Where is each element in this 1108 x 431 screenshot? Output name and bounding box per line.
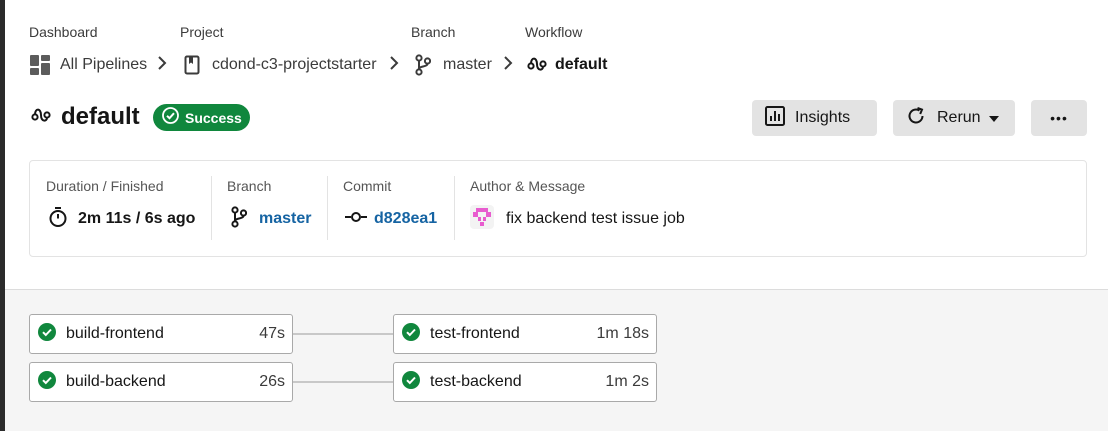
more-options-button[interactable]: ••• — [1031, 100, 1087, 136]
dashboard-icon — [29, 54, 51, 76]
breadcrumb-label: Dashboard — [29, 24, 98, 40]
breadcrumb-workflow: Workflow default — [525, 24, 607, 77]
rerun-button[interactable]: Rerun — [893, 100, 1015, 136]
job-duration: 1m 18s — [596, 325, 649, 342]
job-name: test-frontend — [430, 325, 520, 342]
breadcrumb-label: Branch — [411, 24, 456, 40]
branch-icon — [231, 205, 248, 233]
column-divider — [211, 176, 212, 240]
stopwatch-icon — [48, 206, 68, 233]
check-circle-icon — [162, 106, 179, 129]
more-dots-icon: ••• — [1050, 110, 1068, 126]
commit-value-row: d828ea1 — [343, 208, 437, 230]
check-circle-icon — [394, 322, 420, 346]
job-duration: 47s — [259, 325, 285, 342]
breadcrumb-dashboard: Dashboard All Pipelines — [29, 24, 147, 77]
refresh-icon — [906, 106, 926, 131]
job-build-frontend[interactable]: build-frontend 47s — [29, 314, 293, 354]
insights-label: Insights — [795, 109, 851, 126]
breadcrumb-project: Project cdond-c3-projectstarter — [180, 24, 377, 77]
check-circle-icon — [30, 370, 56, 394]
branch-icon — [415, 54, 431, 76]
breadcrumb-value: default — [555, 56, 608, 73]
job-name: test-backend — [430, 373, 522, 390]
chevron-right-icon — [157, 55, 167, 76]
breadcrumb-link-workflow[interactable]: default — [525, 53, 607, 77]
workflow-icon — [31, 108, 51, 129]
status-text: Success — [185, 109, 242, 126]
branch-label: Branch — [227, 178, 272, 194]
commit-link[interactable]: d828ea1 — [374, 210, 437, 228]
breadcrumb-link-all-pipelines[interactable]: All Pipelines — [29, 53, 147, 77]
page-title: default — [61, 103, 140, 130]
breadcrumb-label: Project — [180, 24, 224, 40]
duration-label: Duration / Finished — [46, 178, 164, 194]
workflow-icon — [527, 57, 547, 73]
job-duration: 26s — [259, 373, 285, 390]
branch-column: Branch master — [227, 178, 311, 230]
author-column: Author & Message fix backend test issue … — [470, 178, 685, 230]
chevron-right-icon — [503, 55, 513, 76]
breadcrumb-label: Workflow — [525, 24, 583, 40]
breadcrumb-value: master — [443, 56, 492, 73]
author-value-row: fix backend test issue job — [470, 204, 685, 230]
job-build-backend[interactable]: build-backend 26s — [29, 362, 293, 402]
bookmark-icon — [184, 55, 200, 75]
job-test-frontend[interactable]: test-frontend 1m 18s — [393, 314, 657, 354]
column-divider — [454, 176, 455, 240]
commit-column: Commit d828ea1 — [343, 178, 437, 230]
job-duration: 1m 2s — [605, 373, 649, 390]
breadcrumb-value: All Pipelines — [60, 56, 148, 73]
author-label: Author & Message — [470, 178, 586, 194]
bar-chart-icon — [765, 105, 785, 131]
column-divider — [327, 176, 328, 240]
workflow-summary-card: Duration / Finished 2m 11s / 6s ago Bran… — [29, 160, 1087, 257]
breadcrumb-branch: Branch master — [411, 24, 492, 77]
job-connector — [292, 381, 394, 383]
branch-link[interactable]: master — [259, 210, 311, 228]
job-name: build-frontend — [66, 325, 164, 342]
duration-column: Duration / Finished 2m 11s / 6s ago — [46, 178, 195, 230]
commit-message: fix backend test issue job — [506, 210, 685, 227]
breadcrumb-link-project[interactable]: cdond-c3-projectstarter — [180, 53, 377, 77]
job-test-backend[interactable]: test-backend 1m 2s — [393, 362, 657, 402]
duration-value: 2m 11s / 6s ago — [78, 210, 196, 227]
commit-label: Commit — [343, 178, 392, 194]
check-circle-icon — [30, 322, 56, 346]
workflow-graph — [5, 289, 1108, 431]
breadcrumb-link-branch[interactable]: master — [411, 53, 492, 77]
rerun-label: Rerun — [937, 109, 981, 126]
caret-down-icon — [988, 109, 999, 127]
check-circle-icon — [394, 370, 420, 394]
duration-value-row: 2m 11s / 6s ago — [46, 206, 196, 233]
branch-value-row: master — [227, 205, 311, 233]
chevron-right-icon — [389, 55, 399, 76]
status-badge: Success — [153, 104, 250, 131]
insights-button[interactable]: Insights — [752, 100, 877, 136]
job-connector — [292, 333, 394, 335]
commit-icon — [345, 210, 367, 228]
job-name: build-backend — [66, 373, 166, 390]
breadcrumb-value: cdond-c3-projectstarter — [212, 56, 377, 73]
avatar — [470, 204, 494, 234]
